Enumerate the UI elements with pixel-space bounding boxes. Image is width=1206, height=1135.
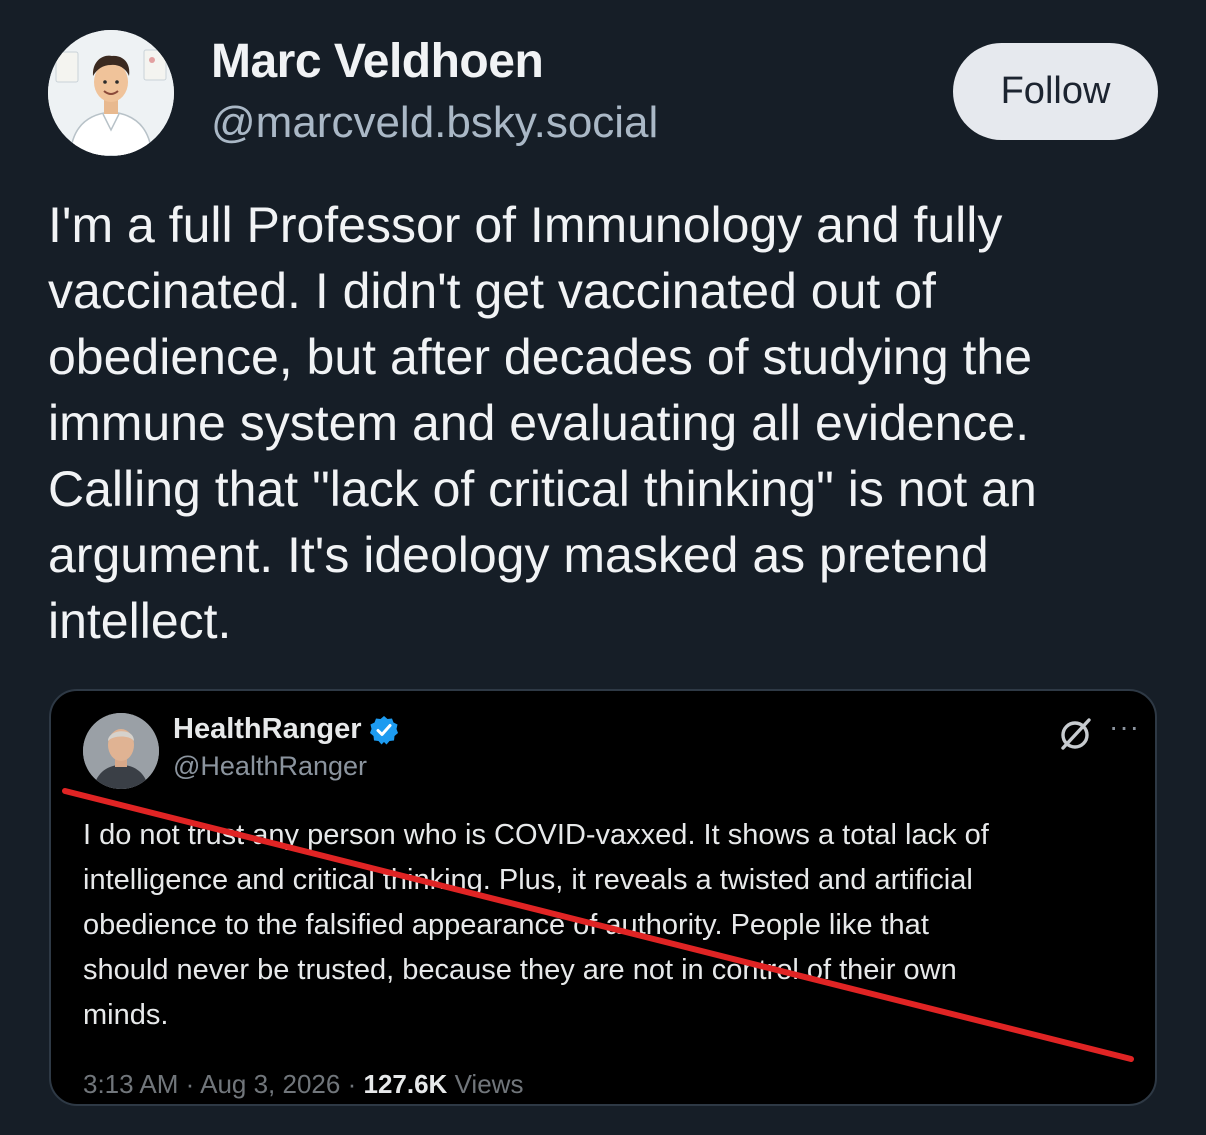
author-display-name[interactable]: Marc Veldhoen	[211, 34, 544, 89]
embed-display-name: HealthRanger	[173, 713, 362, 745]
embed-meta: 3:13 AM · Aug 3, 2026 · 127.6K Views	[83, 1069, 523, 1100]
post-text: I'm a full Professor of Immunology and f…	[48, 197, 1037, 649]
embed-name-row: HealthRanger	[173, 713, 400, 746]
more-horizontal-icon: ···	[1109, 711, 1140, 742]
follow-button[interactable]: Follow	[953, 43, 1158, 140]
author-avatar-illustration	[48, 30, 174, 156]
embed-time: 3:13 AM	[83, 1069, 179, 1099]
embed-handle: @HealthRanger	[173, 751, 368, 781]
verified-badge-icon	[369, 715, 398, 744]
meta-separator: ·	[185, 1069, 195, 1099]
author-handle[interactable]: @marcveld.bsky.social	[211, 98, 658, 148]
grok-slash-circle-icon	[1061, 718, 1091, 750]
embed-views-label: Views	[454, 1069, 524, 1099]
meta-separator: ·	[347, 1069, 357, 1099]
author-avatar[interactable]	[48, 30, 174, 156]
embedded-screenshot[interactable]: HealthRanger @HealthRanger ··· I do not …	[49, 689, 1157, 1106]
embed-views-count: 127.6K	[363, 1069, 448, 1099]
embed-avatar-photo	[83, 713, 159, 789]
embed-avatar	[83, 713, 159, 789]
post-view: Marc Veldhoen @marcveld.bsky.social Foll…	[0, 0, 1206, 1135]
embed-post-text: I do not trust any person who is COVID-v…	[83, 819, 989, 1031]
embed-date: Aug 3, 2026	[200, 1069, 341, 1099]
